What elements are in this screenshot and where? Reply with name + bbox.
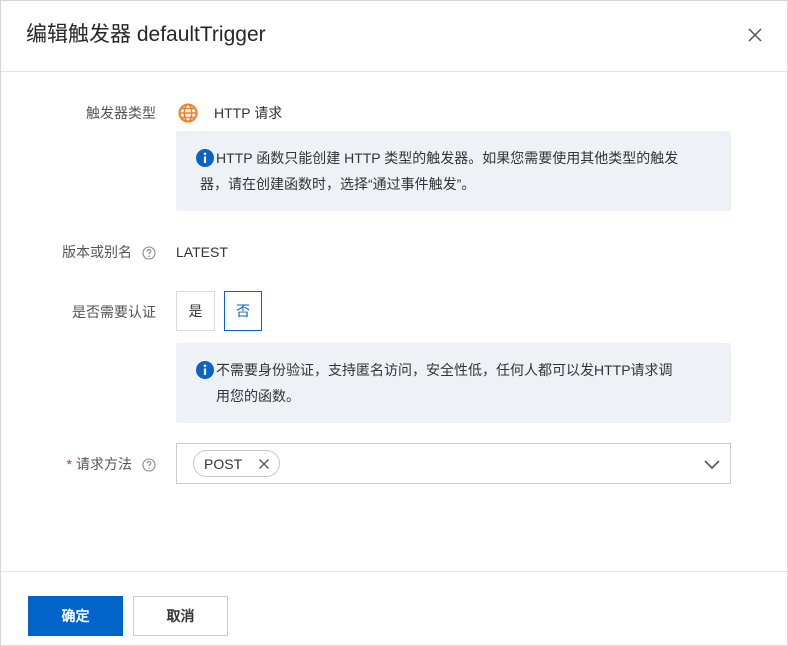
method-label: * 请求方法 <box>1 454 132 474</box>
trigger-type-value: HTTP 请求 <box>178 102 282 124</box>
help-icon[interactable] <box>142 458 156 472</box>
chevron-down-icon <box>704 460 720 470</box>
globe-icon <box>178 103 198 123</box>
required-mark: * <box>66 456 72 472</box>
close-icon <box>748 28 762 42</box>
dialog-title: 编辑触发器 defaultTrigger <box>26 23 266 46</box>
info-line: 不需要身份验证，支持匿名访问，安全性低，任何人都可以发HTTP请求调 <box>216 362 673 378</box>
method-label-text: 请求方法 <box>76 456 132 472</box>
help-icon[interactable] <box>142 246 156 260</box>
version-label: 版本或别名 <box>62 244 132 260</box>
method-tag-label: POST <box>204 455 243 472</box>
method-tag: POST <box>193 450 280 477</box>
info-line: HTTP 函数只能创建 HTTP 类型的触发器。如果您需要使用其他类型的触发 <box>216 150 679 166</box>
tag-close-icon[interactable] <box>257 457 271 471</box>
auth-label: 是否需要认证 <box>72 304 156 320</box>
close-button[interactable] <box>743 23 767 47</box>
cancel-button[interactable]: 取消 <box>133 596 228 636</box>
method-select[interactable]: POST <box>176 443 731 484</box>
dialog-footer: 确定 取消 <box>1 571 787 646</box>
info-icon <box>196 149 214 167</box>
confirm-button[interactable]: 确定 <box>28 596 123 636</box>
auth-info-text: 不需要身份验证，支持匿名访问，安全性低，任何人都可以发HTTP请求调 用您的函数… <box>216 357 711 409</box>
info-line: 器，请在创建函数时，选择“通过事件触发”。 <box>200 176 476 192</box>
trigger-type-text: HTTP 请求 <box>214 105 283 121</box>
trigger-type-info-text: HTTP 函数只能创建 HTTP 类型的触发器。如果您需要使用其他类型的触发 器… <box>200 145 711 197</box>
trigger-type-label: 触发器类型 <box>86 105 156 121</box>
edit-trigger-dialog: 编辑触发器 defaultTrigger 触发器类型 HTTP 请求 HTTP … <box>0 0 788 646</box>
auth-info-box: 不需要身份验证，支持匿名访问，安全性低，任何人都可以发HTTP请求调 用您的函数… <box>176 343 731 423</box>
info-icon <box>196 361 214 379</box>
info-line: 用您的函数。 <box>216 388 300 404</box>
version-value: LATEST <box>176 244 228 260</box>
trigger-type-info-box: HTTP 函数只能创建 HTTP 类型的触发器。如果您需要使用其他类型的触发 器… <box>176 131 731 211</box>
auth-yes-button[interactable]: 是 <box>176 291 215 331</box>
dialog-header: 编辑触发器 defaultTrigger <box>1 1 787 72</box>
auth-no-button[interactable]: 否 <box>224 291 262 331</box>
